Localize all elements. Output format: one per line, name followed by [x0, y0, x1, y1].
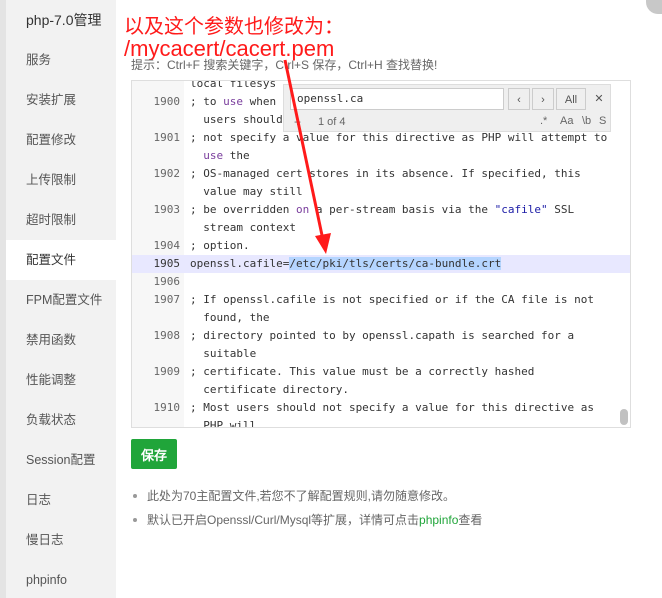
note-text-end: 查看: [458, 513, 483, 527]
bullet-icon: [133, 494, 137, 498]
notes-list: 此处为70主配置文件,若您不了解配置规则,请勿随意修改。 默认已开启Openss…: [131, 488, 482, 536]
note-item: 默认已开启Openssl/Curl/Mysql等扩展，详情可点击phpinfo查…: [131, 512, 482, 536]
bullet-icon: [133, 518, 137, 522]
save-button[interactable]: 保存: [131, 439, 177, 469]
note-text: 此处为70主配置文件,若您不了解配置规则,请勿随意修改。: [147, 489, 456, 503]
phpinfo-link[interactable]: phpinfo: [419, 513, 458, 527]
note-text: 默认已开启Openssl/Curl/Mysql等扩展，详情可点击: [147, 513, 420, 527]
note-item: 此处为70主配置文件,若您不了解配置规则,请勿随意修改。: [131, 488, 482, 512]
